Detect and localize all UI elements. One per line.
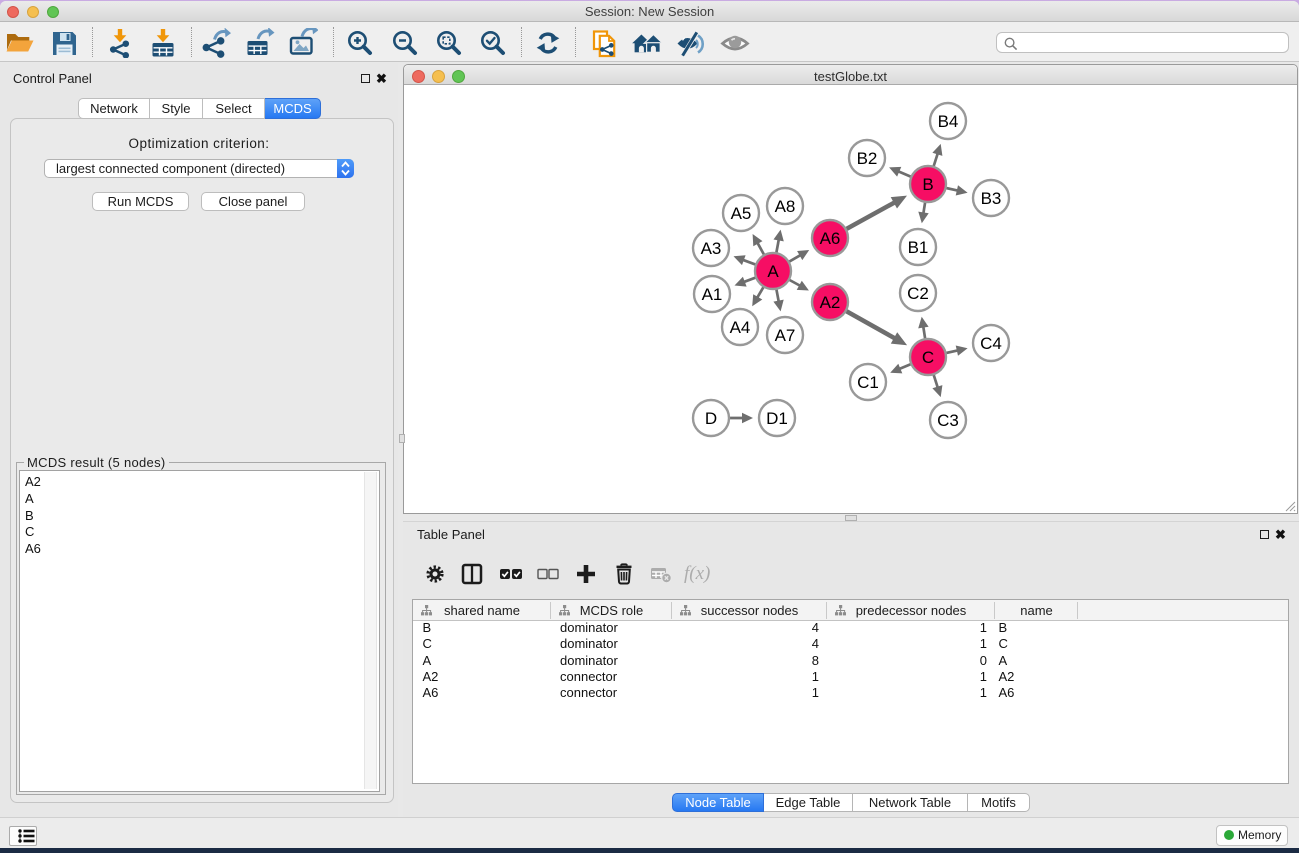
- svg-text:A1: A1: [702, 285, 723, 304]
- svg-text:D: D: [705, 409, 717, 428]
- svg-text:B: B: [922, 175, 933, 194]
- svg-text:B2: B2: [857, 149, 878, 168]
- svg-text:C2: C2: [907, 284, 929, 303]
- svg-text:A8: A8: [775, 197, 796, 216]
- svg-text:A3: A3: [701, 239, 722, 258]
- svg-text:C4: C4: [980, 334, 1002, 353]
- svg-text:B4: B4: [938, 112, 959, 131]
- svg-text:C: C: [922, 348, 934, 367]
- svg-text:A2: A2: [820, 293, 841, 312]
- svg-text:A6: A6: [820, 229, 841, 248]
- svg-text:A5: A5: [731, 204, 752, 223]
- svg-text:D1: D1: [766, 409, 788, 428]
- svg-text:C1: C1: [857, 373, 879, 392]
- svg-text:A4: A4: [730, 318, 751, 337]
- svg-text:A: A: [767, 262, 779, 281]
- svg-text:B3: B3: [981, 189, 1002, 208]
- svg-text:f(x): f(x): [684, 563, 710, 584]
- svg-text:C3: C3: [937, 411, 959, 430]
- svg-text:B1: B1: [908, 238, 929, 257]
- svg-text:A7: A7: [775, 326, 796, 345]
